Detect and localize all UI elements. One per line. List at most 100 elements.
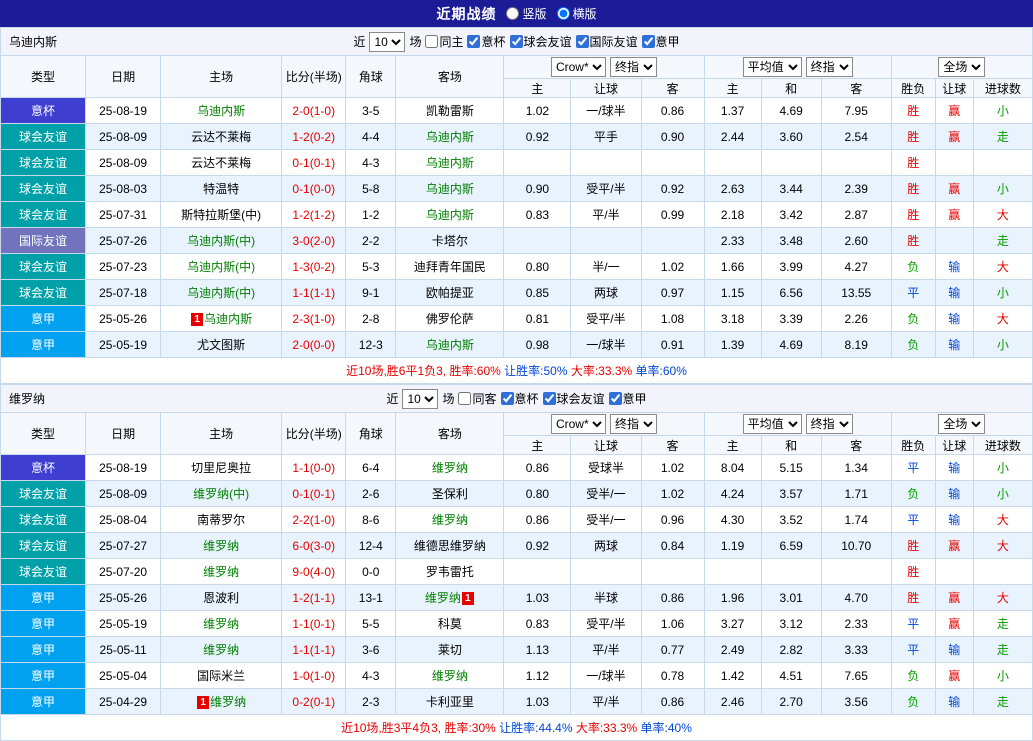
avg-final-select[interactable]: 终指	[806, 57, 853, 77]
filter-option[interactable]: 意杯	[501, 390, 539, 407]
horizontal-layout-radio[interactable]	[557, 7, 570, 20]
games-label: 场	[442, 390, 454, 407]
match-scope-select[interactable]: 全场	[938, 414, 985, 434]
filter-option[interactable]: 球会友谊	[543, 390, 605, 407]
result-cell: 胜	[891, 98, 935, 124]
avg-draw-cell: 3.01	[761, 585, 821, 611]
avg-odds-select[interactable]: 平均值	[743, 57, 802, 77]
select-group: Crow*终指	[504, 413, 704, 436]
type-cell: 意杯	[1, 98, 86, 124]
match-count-select[interactable]: 10	[369, 32, 405, 52]
column-header: 客场	[396, 413, 504, 455]
avg-odds-select[interactable]: 平均值	[743, 414, 802, 434]
filter-option[interactable]: 国际友谊	[576, 33, 638, 50]
away-team-cell: 乌迪内斯	[396, 332, 504, 358]
column-header: 主	[704, 79, 761, 98]
match-scope-select[interactable]: 全场	[938, 57, 985, 77]
filter-checkbox[interactable]	[425, 35, 438, 48]
type-cell: 意甲	[1, 637, 86, 663]
vertical-layout-radio[interactable]	[506, 7, 519, 20]
column-header: 类型	[1, 413, 86, 455]
odds-home-cell: 0.92	[504, 124, 571, 150]
filter-option[interactable]: 意杯	[467, 33, 505, 50]
home-team-cell: 云达不莱梅	[161, 150, 282, 176]
type-cell: 球会友谊	[1, 254, 86, 280]
odds-away-cell: 0.91	[641, 332, 704, 358]
match-count-select[interactable]: 10	[402, 389, 438, 409]
match-row: 意甲25-05-26恩波利1-2(1-1)13-1维罗纳11.03半球0.861…	[1, 585, 1033, 611]
filter-option[interactable]: 意甲	[609, 390, 647, 407]
handicap-result-cell	[935, 228, 973, 254]
summary-text: 让胜率:50%	[501, 364, 568, 378]
away-team-cell: 乌迪内斯	[396, 124, 504, 150]
odds-handicap-cell: 两球	[571, 533, 641, 559]
odds-final-select[interactable]: 终指	[610, 57, 657, 77]
odds-away-cell: 1.06	[641, 611, 704, 637]
summary-row: 近10场,胜3平4负3, 胜率:30% 让胜率:44.4% 大率:33.3% 单…	[1, 715, 1033, 741]
avg-home-cell: 1.39	[704, 332, 761, 358]
team-link: 维德思维罗纳	[414, 539, 486, 553]
avg-home-cell: 4.24	[704, 481, 761, 507]
corner-cell: 5-3	[346, 254, 396, 280]
odds-final-select[interactable]: 终指	[610, 414, 657, 434]
team-link: 恩波利	[203, 591, 239, 605]
type-cell: 球会友谊	[1, 507, 86, 533]
filter-checkbox[interactable]	[543, 392, 556, 405]
layout-option-horizontal[interactable]: 横版	[557, 5, 597, 22]
filter-checkbox[interactable]	[642, 35, 655, 48]
match-row: 意甲25-04-291维罗纳0-2(0-1)2-3卡利亚里1.03平/半0.86…	[1, 689, 1033, 715]
corner-cell: 1-2	[346, 202, 396, 228]
odds-home-cell: 0.80	[504, 481, 571, 507]
column-header: 客	[641, 79, 704, 98]
result-cell: 胜	[891, 150, 935, 176]
odds-away-cell: 1.02	[641, 455, 704, 481]
result-cell: 胜	[891, 176, 935, 202]
layout-option-vertical[interactable]: 竖版	[506, 5, 546, 22]
date-cell: 25-07-23	[86, 254, 161, 280]
odds-away-cell: 1.02	[641, 254, 704, 280]
filter-option[interactable]: 同主	[425, 33, 463, 50]
handicap-result-cell: 赢	[935, 176, 973, 202]
filter-checkbox[interactable]	[609, 392, 622, 405]
odds-company-select[interactable]: Crow*	[551, 414, 606, 434]
home-team-cell: 云达不莱梅	[161, 124, 282, 150]
away-team-cell: 维罗纳	[396, 507, 504, 533]
avg-away-cell: 10.70	[821, 533, 891, 559]
odds-handicap-cell: 平/半	[571, 689, 641, 715]
filter-option[interactable]: 同客	[458, 390, 496, 407]
score-cell: 1-1(1-1)	[282, 637, 346, 663]
date-cell: 25-05-19	[86, 332, 161, 358]
team-link: 卡塔尔	[432, 234, 468, 248]
odds-away-cell	[641, 559, 704, 585]
team-link: 佛罗伦萨	[426, 312, 474, 326]
select-group: 平均值终指	[704, 413, 891, 436]
goals-result-cell: 小	[973, 280, 1032, 306]
avg-away-cell: 8.19	[821, 332, 891, 358]
column-header: 客	[821, 79, 891, 98]
avg-away-cell: 1.34	[821, 455, 891, 481]
filter-checkbox[interactable]	[501, 392, 514, 405]
odds-company-select[interactable]: Crow*	[551, 57, 606, 77]
horizontal-layout-label: 横版	[573, 5, 597, 22]
avg-away-cell: 7.65	[821, 663, 891, 689]
filter-checkbox[interactable]	[467, 35, 480, 48]
team-name: 乌迪内斯	[9, 33, 57, 50]
avg-away-cell: 4.27	[821, 254, 891, 280]
team-link: 乌迪内斯	[197, 104, 245, 118]
team-bar: 维罗纳 近10场同客意杯球会友谊意甲	[0, 384, 1033, 412]
score-cell: 9-0(4-0)	[282, 559, 346, 585]
odds-away-cell: 0.96	[641, 507, 704, 533]
goals-result-cell: 大	[973, 202, 1032, 228]
filter-checkbox[interactable]	[510, 35, 523, 48]
away-team-cell: 迪拜青年国民	[396, 254, 504, 280]
filter-option[interactable]: 球会友谊	[510, 33, 572, 50]
filter-option[interactable]: 意甲	[642, 33, 680, 50]
avg-final-select[interactable]: 终指	[806, 414, 853, 434]
odds-away-cell	[641, 228, 704, 254]
team-link: 云达不莱梅	[191, 156, 251, 170]
filter-checkbox[interactable]	[458, 392, 471, 405]
avg-home-cell: 1.15	[704, 280, 761, 306]
odds-away-cell: 1.08	[641, 306, 704, 332]
filter-label: 球会友谊	[524, 33, 572, 50]
filter-checkbox[interactable]	[576, 35, 589, 48]
